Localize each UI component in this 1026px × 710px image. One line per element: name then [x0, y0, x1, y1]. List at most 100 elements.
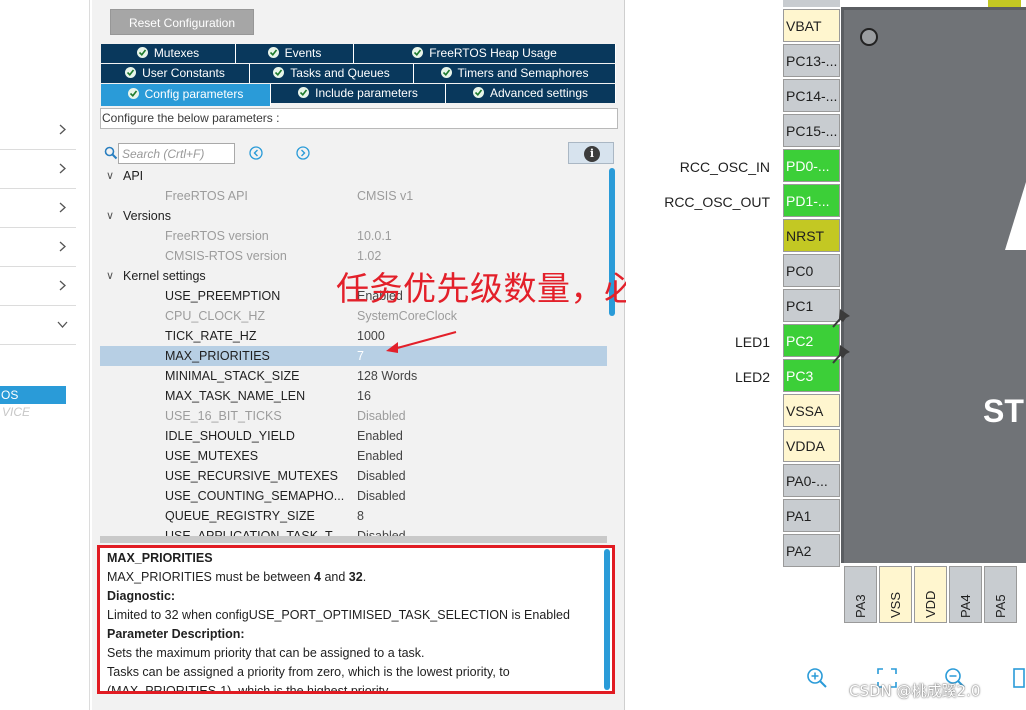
pin-pd1[interactable]: PD1-...: [783, 184, 840, 217]
chevron-right-icon: [57, 202, 68, 213]
pin-label: VDD: [923, 590, 938, 618]
pin-pa3[interactable]: PA3: [844, 566, 877, 623]
param-row-selected[interactable]: MAX_PRIORITIES 7: [100, 346, 607, 366]
pin-label-led2: LED2: [734, 369, 770, 385]
category-row[interactable]: [0, 228, 76, 267]
search-input[interactable]: [118, 143, 235, 164]
tab-advanced-settings[interactable]: Advanced settings: [446, 84, 616, 103]
reset-configuration-button[interactable]: Reset Configuration: [110, 9, 254, 35]
chevron-right-icon: [57, 124, 68, 135]
pin-label: PA5: [993, 594, 1008, 618]
param-name: TICK_RATE_HZ: [165, 329, 257, 343]
tree-scrollbar[interactable]: [608, 166, 617, 540]
category-row-expanded[interactable]: [0, 306, 76, 345]
tab-label: User Constants: [142, 66, 225, 80]
chevron-down-icon: [57, 319, 68, 330]
pin-pc14[interactable]: PC14-...: [783, 79, 840, 112]
category-row[interactable]: [0, 150, 76, 189]
param-value: 10.0.1: [357, 229, 392, 243]
middleware-item-freertos[interactable]: OS: [0, 386, 66, 404]
tree-group-versions[interactable]: ∨ Versions: [100, 206, 607, 226]
tab-mutexes[interactable]: Mutexes: [101, 44, 236, 63]
group-label: Kernel settings: [123, 269, 206, 283]
param-value: 7: [357, 349, 364, 363]
top-pin[interactable]: [988, 0, 1021, 7]
pushpin-icon[interactable]: [830, 306, 854, 330]
category-row[interactable]: [0, 111, 76, 150]
tab-tasks-and-queues[interactable]: Tasks and Queues: [250, 64, 414, 83]
tab-include-parameters[interactable]: Include parameters: [271, 84, 446, 103]
group-label: API: [123, 169, 144, 183]
pin-vdd[interactable]: VDD: [914, 566, 947, 623]
param-row[interactable]: IDLE_SHOULD_YIELD Enabled: [100, 426, 607, 446]
pin-nrst[interactable]: NRST: [783, 219, 840, 252]
param-row[interactable]: MAX_TASK_NAME_LEN 16: [100, 386, 607, 406]
param-name: USE_16_BIT_TICKS: [165, 409, 282, 423]
param-row[interactable]: TICK_RATE_HZ 1000: [100, 326, 607, 346]
pin-vdda[interactable]: VDDA: [783, 429, 840, 462]
param-value: 16: [357, 389, 371, 403]
zoom-in-icon[interactable]: [806, 667, 828, 689]
param-row[interactable]: USE_16_BIT_TICKS Disabled: [100, 406, 607, 426]
check-icon: [440, 67, 452, 78]
pin-label-led1: LED1: [734, 334, 770, 350]
param-row[interactable]: FreeRTOS version 10.0.1: [100, 226, 607, 246]
param-row[interactable]: FreeRTOS API CMSIS v1: [100, 186, 607, 206]
param-name: USE_RECURSIVE_MUTEXES: [165, 469, 338, 483]
check-icon: [472, 87, 484, 98]
search-next-icon[interactable]: [296, 146, 310, 160]
pushpin-icon[interactable]: [830, 342, 854, 366]
tab-label: Timers and Semaphores: [457, 66, 589, 80]
pin1-marker-icon: [860, 28, 878, 46]
info-icon: i: [584, 146, 600, 162]
tab-timers-and-semaphores[interactable]: Timers and Semaphores: [414, 64, 616, 83]
info-button[interactable]: i: [568, 142, 614, 164]
tree-horizontal-scrollbar[interactable]: [100, 536, 607, 543]
chevron-down-icon: ∨: [106, 210, 115, 222]
param-name: CPU_CLOCK_HZ: [165, 309, 266, 323]
pin-pc0[interactable]: PC0: [783, 254, 840, 287]
check-icon: [136, 47, 148, 58]
pin-pc15[interactable]: PC15-...: [783, 114, 840, 147]
pin-vbat[interactable]: VBAT: [783, 9, 840, 42]
param-name: QUEUE_REGISTRY_SIZE: [165, 509, 315, 523]
pin-pa1[interactable]: PA1: [783, 499, 840, 532]
category-row[interactable]: [0, 267, 76, 306]
tab-freertos-heap-usage[interactable]: FreeRTOS Heap Usage: [354, 44, 616, 63]
pin-pa4[interactable]: PA4: [949, 566, 982, 623]
param-row[interactable]: USE_COUNTING_SEMAPHO... Disabled: [100, 486, 607, 506]
export-icon[interactable]: [1011, 667, 1026, 689]
pin-pa2[interactable]: PA2: [783, 534, 840, 567]
category-row[interactable]: [0, 189, 76, 228]
pin-pc13[interactable]: PC13-...: [783, 44, 840, 77]
param-row[interactable]: MINIMAL_STACK_SIZE 128 Words: [100, 366, 607, 386]
pin-label-rcc-osc-out: RCC_OSC_OUT: [664, 194, 770, 210]
annotation-arrow-icon: [386, 331, 457, 353]
search-previous-icon[interactable]: [249, 146, 263, 160]
param-value: 128 Words: [357, 369, 418, 383]
pin-pa5[interactable]: PA5: [984, 566, 1017, 623]
parameter-tree: ∨ API FreeRTOS API CMSIS v1 ∨ Versions Free…: [100, 166, 617, 540]
chevron-right-icon: [57, 241, 68, 252]
top-pin[interactable]: [783, 0, 840, 7]
pin-vss[interactable]: VSS: [879, 566, 912, 623]
pin-pd0[interactable]: PD0-...: [783, 149, 840, 182]
check-icon: [412, 47, 424, 58]
param-value: Disabled: [357, 489, 406, 503]
tab-config-parameters[interactable]: Config parameters: [101, 84, 271, 106]
chevron-down-icon: ∨: [106, 170, 115, 182]
tree-group-api[interactable]: ∨ API: [100, 166, 607, 186]
pin-vssa[interactable]: VSSA: [783, 394, 840, 427]
param-value: Enabled: [357, 429, 403, 443]
tab-label: Config parameters: [144, 87, 244, 101]
param-row[interactable]: QUEUE_REGISTRY_SIZE 8: [100, 506, 607, 526]
pin-pa0[interactable]: PA0-...: [783, 464, 840, 497]
tab-events[interactable]: Events: [236, 44, 354, 63]
tab-user-constants[interactable]: User Constants: [101, 64, 250, 83]
parameters-description: Configure the below parameters :: [100, 108, 618, 129]
param-row[interactable]: USE_RECURSIVE_MUTEXES Disabled: [100, 466, 607, 486]
param-row[interactable]: USE_MUTEXES Enabled: [100, 446, 607, 466]
tab-label: Mutexes: [153, 46, 200, 60]
group-label: Versions: [123, 209, 171, 223]
search-row: i: [104, 142, 616, 164]
